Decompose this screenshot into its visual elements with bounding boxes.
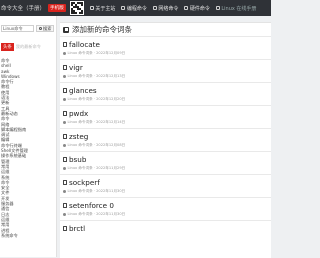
document-icon bbox=[63, 88, 67, 93]
document-icon bbox=[63, 157, 67, 162]
command-title-row: zsteg bbox=[63, 132, 88, 141]
document-icon bbox=[63, 203, 67, 208]
terminal-icon bbox=[215, 6, 220, 10]
command-meta-text: Linux 命令词条 · 2022年11月29日 bbox=[67, 166, 126, 170]
command-title-row: glances bbox=[63, 86, 97, 95]
command-meta: Linux 命令词条 · 2022年12月09日 bbox=[63, 51, 125, 56]
search-icon bbox=[39, 27, 42, 30]
home-icon bbox=[89, 6, 94, 10]
chip-icon bbox=[184, 6, 189, 10]
command-title-row: setenforce 0 bbox=[63, 201, 114, 210]
nav-label: 硬件命令 bbox=[189, 5, 210, 12]
command-meta-text: Linux 命令词条 · 2022年11月30日 bbox=[67, 189, 126, 193]
command-list-item: fallocate Linux 命令词条 · 2022年12月09日 bbox=[60, 36, 271, 59]
edit-icon bbox=[63, 26, 69, 33]
command-name-link[interactable]: setenforce 0 bbox=[69, 201, 114, 210]
search-input[interactable] bbox=[1, 25, 34, 32]
user-icon bbox=[63, 190, 66, 193]
command-list-item: vigr Linux 命令词条 · 2022年12月13日 bbox=[60, 59, 271, 82]
command-title-row: brctl bbox=[63, 224, 85, 233]
nav-label: Linux 在线手册 bbox=[221, 5, 257, 12]
nav-item-programming[interactable]: 编程命令 bbox=[121, 5, 147, 12]
command-list-item: glances Linux 命令词条 · 2022年12月20日 bbox=[60, 82, 271, 105]
book-icon bbox=[121, 6, 126, 10]
command-meta: Linux 命令词条 · 2022年12月08日 bbox=[63, 143, 125, 148]
sidebar: 搜索 头条 我的最新命令 命令shellawkWindows命令行教程使用语法更… bbox=[0, 16, 57, 257]
nav-label: 编程命令 bbox=[126, 5, 147, 12]
nav-label: 网络命令 bbox=[158, 5, 179, 12]
user-icon bbox=[63, 144, 66, 147]
nav-item-network[interactable]: 网络命令 bbox=[152, 5, 179, 12]
qr-code-icon bbox=[69, 1, 84, 15]
command-meta-text: Linux 命令词条 · 2022年12月14日 bbox=[67, 120, 126, 124]
document-icon bbox=[63, 111, 67, 116]
nav-item-linux-manual[interactable]: Linux 在线手册 bbox=[215, 5, 257, 12]
command-title-row: vigr bbox=[63, 63, 83, 72]
search-button[interactable]: 搜索 bbox=[36, 25, 55, 32]
category-list: 命令 shell awk Windows 命令行 教程 使用 语法 更新 工具 最新动态 命令 网络 脚本… bbox=[1, 58, 56, 238]
headline-tag[interactable]: 头条 bbox=[1, 43, 14, 51]
document-icon bbox=[63, 42, 67, 47]
command-meta: Linux 命令词条 · 2022年11月30日 bbox=[63, 189, 125, 194]
headline-hint: 我的最新命令 bbox=[15, 44, 41, 49]
user-icon bbox=[63, 75, 66, 78]
command-list-item: pwdx Linux 命令词条 · 2022年12月14日 bbox=[60, 105, 271, 128]
command-meta-text: Linux 命令词条 · 2022年12月08日 bbox=[67, 143, 126, 147]
command-name-link[interactable]: vigr bbox=[69, 63, 83, 72]
top-navigation-bar: 命令大全（手册） 手机版 关于主站 编程命令 网络命令 硬件命令 Linux 在… bbox=[0, 0, 271, 16]
user-icon bbox=[63, 167, 66, 170]
user-icon bbox=[63, 213, 66, 216]
document-icon bbox=[63, 65, 67, 70]
user-icon bbox=[63, 52, 66, 55]
document-icon bbox=[63, 180, 67, 185]
nav-item-about[interactable]: 关于主站 bbox=[89, 5, 116, 12]
site-title[interactable]: 命令大全（手册） bbox=[1, 4, 45, 12]
user-icon bbox=[63, 121, 66, 124]
nav-item-hardware[interactable]: 硬件命令 bbox=[184, 5, 210, 12]
command-title-row: pwdx bbox=[63, 109, 88, 118]
command-name-link[interactable]: zsteg bbox=[69, 132, 88, 141]
page-title[interactable]: 添加新的命令词条 bbox=[72, 24, 132, 35]
document-icon bbox=[63, 226, 67, 231]
command-name-link[interactable]: bsub bbox=[69, 155, 86, 164]
command-list-item: setenforce 0 Linux 命令词条 · 2022年11月30日 bbox=[60, 197, 271, 220]
command-list: fallocate Linux 命令词条 · 2022年12月09日 vigr Lin… bbox=[60, 36, 271, 243]
command-meta: Linux 命令词条 · 2022年11月29日 bbox=[63, 166, 125, 171]
search-button-label: 搜索 bbox=[43, 25, 52, 31]
sidebar-category-item[interactable]: 系统命令 bbox=[1, 233, 56, 238]
command-title-row: bsub bbox=[63, 155, 86, 164]
command-name-link[interactable]: brctl bbox=[69, 224, 85, 233]
command-meta-text: Linux 命令词条 · 2022年12月09日 bbox=[67, 51, 126, 55]
command-meta-text: Linux 命令词条 · 2022年12月20日 bbox=[67, 97, 126, 101]
command-title-row: fallocate bbox=[63, 40, 100, 49]
command-name-link[interactable]: sockperf bbox=[69, 178, 100, 187]
command-name-link[interactable]: fallocate bbox=[69, 40, 100, 49]
document-icon bbox=[63, 134, 67, 139]
main-panel: 添加新的命令词条 fallocate Linux 命令词条 · 2022年12月0… bbox=[60, 22, 271, 258]
search-bar: 搜索 bbox=[1, 25, 56, 32]
globe-icon bbox=[152, 6, 157, 10]
headline-tag-row: 头条 我的最新命令 bbox=[1, 43, 56, 51]
mobile-version-badge[interactable]: 手机版 bbox=[48, 4, 66, 12]
command-meta: Linux 命令词条 · 2022年12月20日 bbox=[63, 97, 125, 102]
command-name-link[interactable]: pwdx bbox=[69, 109, 88, 118]
command-meta: Linux 命令词条 · 2022年12月14日 bbox=[63, 120, 125, 125]
command-meta-text: Linux 命令词条 · 2022年11月30日 bbox=[67, 212, 126, 216]
main-header: 添加新的命令词条 bbox=[60, 23, 271, 36]
command-title-row: sockperf bbox=[63, 178, 100, 187]
command-list-item: sockperf Linux 命令词条 · 2022年11月30日 bbox=[60, 174, 271, 197]
command-meta: Linux 命令词条 · 2022年12月13日 bbox=[63, 74, 125, 79]
command-list-item: brctl bbox=[60, 220, 271, 243]
command-name-link[interactable]: glances bbox=[69, 86, 97, 95]
command-list-item: zsteg Linux 命令词条 · 2022年12月08日 bbox=[60, 128, 271, 151]
command-meta-text: Linux 命令词条 · 2022年12月13日 bbox=[67, 74, 126, 78]
user-icon bbox=[63, 98, 66, 101]
command-meta: Linux 命令词条 · 2022年11月30日 bbox=[63, 212, 125, 217]
command-list-item: bsub Linux 命令词条 · 2022年11月29日 bbox=[60, 151, 271, 174]
nav-label: 关于主站 bbox=[95, 5, 116, 12]
